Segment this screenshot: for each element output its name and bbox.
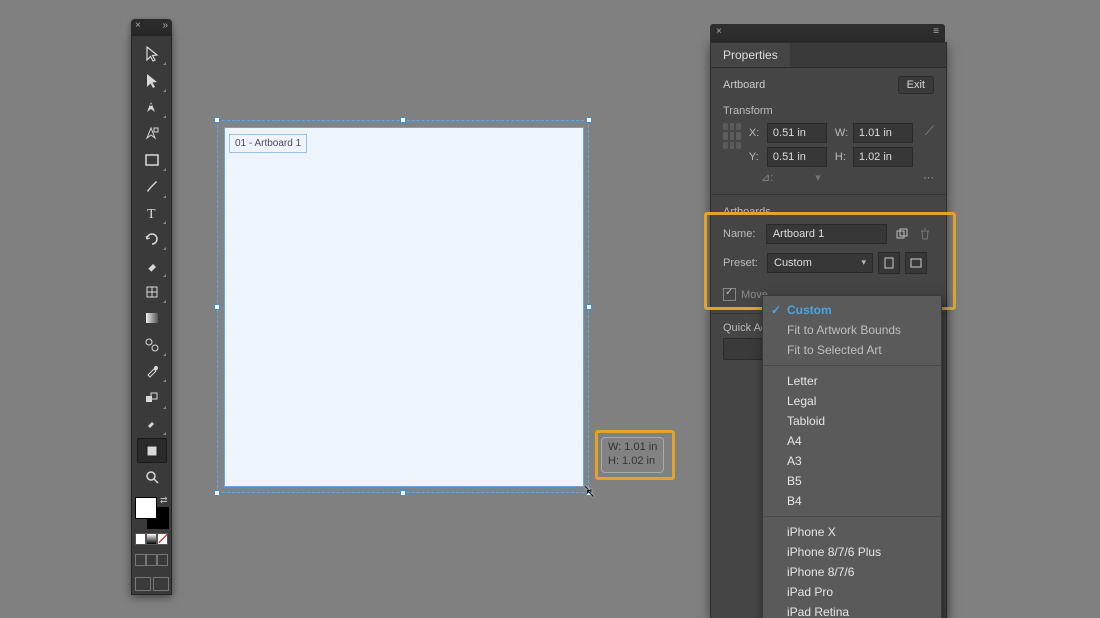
draw-normal-icon[interactable] [135,554,146,566]
preset-dropdown-list[interactable]: Custom Fit to Artwork Bounds Fit to Sele… [762,295,942,618]
x-input[interactable]: 0.51 in [767,123,827,143]
draw-mode-row [135,554,169,566]
tools-panel-header[interactable]: × » [131,19,172,36]
x-label: X: [749,127,767,139]
svg-text:T: T [147,207,156,221]
angle-dropdown-icon[interactable]: ▾ [815,171,821,184]
zoom-tool[interactable] [137,465,167,489]
orientation-landscape-button[interactable] [905,252,927,274]
eraser-tool[interactable] [137,253,167,277]
y-label: Y: [749,151,767,163]
panel-menu-icon[interactable]: ≡ [933,26,939,37]
close-icon[interactable]: × [135,20,141,31]
draw-behind-icon[interactable] [146,554,157,566]
preset-option-iphone-x[interactable]: iPhone X [763,522,941,542]
delete-artboard-icon[interactable] [916,225,934,243]
fill-stroke-swatch[interactable]: ⇄ [135,497,169,529]
properties-tab[interactable]: Properties [711,43,790,67]
preset-option-iphone-876-plus[interactable]: iPhone 8/7/6 Plus [763,542,941,562]
constrain-proportions-icon[interactable]: ⟋ [925,123,934,139]
properties-panel-header[interactable]: × ≡ [710,24,945,42]
w-input[interactable]: 1.01 in [853,123,913,143]
h-input[interactable]: 1.02 in [853,147,913,167]
paintbrush-tool[interactable] [137,174,167,198]
rectangle-tool[interactable] [137,148,167,172]
preset-option-b5[interactable]: B5 [763,471,941,491]
preset-option-fit-selected[interactable]: Fit to Selected Art [763,340,941,360]
y-input[interactable]: 0.51 in [767,147,827,167]
preset-label: Preset: [723,257,767,269]
exit-button[interactable]: Exit [898,76,934,94]
screen-mode-row [135,577,169,591]
properties-tabbar: Properties [711,43,946,68]
reference-point-grid[interactable] [723,123,741,149]
h-label: H: [835,151,853,163]
name-label: Name: [723,228,766,240]
direct-selection-tool[interactable] [137,68,167,92]
gradient-icon[interactable] [146,533,157,545]
artboard-tool[interactable] [137,438,167,462]
preset-option-tabloid[interactable]: Tabloid [763,411,941,431]
screen-mode-icon[interactable] [135,577,151,591]
curvature-tool[interactable] [137,121,167,145]
w-label: W: [835,127,853,139]
swap-fill-stroke-icon[interactable]: ⇄ [160,495,168,506]
move-artwork-checkbox[interactable] [723,288,736,301]
fill-mode-row [135,533,169,545]
size-tooltip: W: 1.01 in H: 1.02 in [601,437,664,473]
close-icon[interactable]: × [716,26,722,37]
artboard-label[interactable]: 01 - Artboard 1 [229,134,307,153]
resize-cursor-icon: ↘↖ [583,482,603,496]
preset-option-custom[interactable]: Custom [763,300,941,320]
preset-option-a4[interactable]: A4 [763,431,941,451]
gradient-tool[interactable] [137,306,167,330]
scissors-tool[interactable] [137,280,167,304]
preset-option-a3[interactable]: A3 [763,451,941,471]
tooltip-height: H: 1.02 in [608,455,657,469]
draw-inside-icon[interactable] [157,554,168,566]
preset-dropdown[interactable]: Custom [767,253,873,273]
artboard-bounding-box[interactable] [217,120,589,493]
orientation-portrait-button[interactable] [878,252,900,274]
preset-option-ipad-pro[interactable]: iPad Pro [763,582,941,602]
artboard-name-input[interactable]: Artboard 1 [766,224,887,244]
rotate-tool[interactable] [137,227,167,251]
edit-toolbar-icon[interactable] [153,577,169,591]
preset-option-b4[interactable]: B4 [763,491,941,511]
preset-option-legal[interactable]: Legal [763,391,941,411]
preset-option-letter[interactable]: Letter [763,371,941,391]
more-options-icon[interactable]: ⋯ [923,171,934,184]
tools-panel: T ⇄ [131,35,172,595]
selection-tool[interactable] [137,42,167,66]
fill-swatch[interactable] [135,497,157,519]
transform-section-label: Transform [711,96,946,121]
collapse-icon[interactable]: » [162,20,168,31]
eyedropper-tool[interactable] [137,359,167,383]
new-artboard-icon[interactable] [893,225,911,243]
angle-label: ⊿: [761,171,773,184]
type-tool[interactable]: T [137,201,167,225]
blend-tool[interactable] [137,385,167,409]
preset-option-iphone-876[interactable]: iPhone 8/7/6 [763,562,941,582]
context-label: Artboard [723,79,765,91]
preset-option-ipad-retina[interactable]: iPad Retina [763,602,941,618]
tooltip-width: W: 1.01 in [608,441,657,455]
live-paint-tool[interactable] [137,412,167,436]
solid-color-icon[interactable] [135,533,146,545]
none-icon[interactable] [157,533,168,545]
preset-option-fit-artwork[interactable]: Fit to Artwork Bounds [763,320,941,340]
artboards-section-label: Artboards [711,197,946,222]
pen-tool[interactable] [137,95,167,119]
mesh-tool[interactable] [137,333,167,357]
